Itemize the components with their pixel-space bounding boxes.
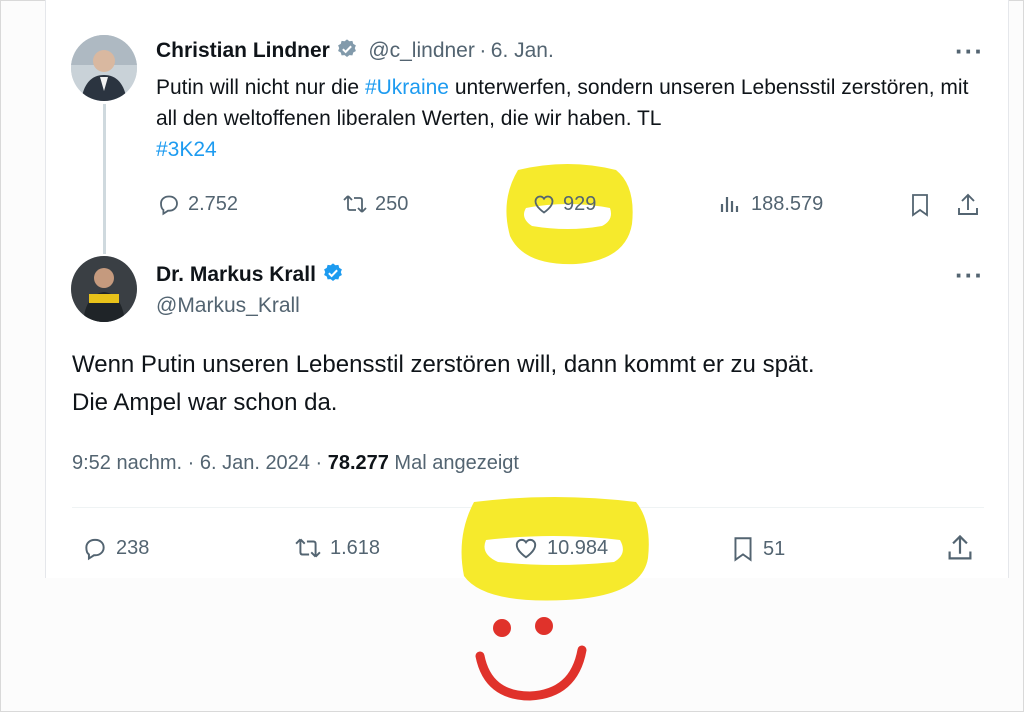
smiley-mouth [475, 645, 587, 701]
tweet2-reply-button[interactable]: 238 [81, 535, 149, 561]
tweet2-text: Wenn Putin unseren Lebensstil zerstören … [72, 346, 972, 422]
avatar-photo [71, 35, 137, 101]
tweet2-header: Dr. Markus Krall [156, 262, 344, 289]
verified-badge-icon [336, 38, 358, 65]
tweet2-handle[interactable]: @Markus_Krall [156, 294, 300, 318]
avatar-christian-lindner[interactable] [71, 35, 137, 101]
bookmark-icon [912, 194, 928, 217]
tweet1-share-button[interactable] [956, 192, 987, 218]
retweet-icon [343, 195, 367, 213]
tweet2-view-label: Mal angezeigt [388, 452, 519, 474]
tweet1-bookmark-button[interactable] [908, 192, 939, 218]
reply-icon [160, 195, 178, 216]
smiley-right-eye [535, 617, 553, 635]
verified-badge-icon [322, 262, 344, 289]
heart-icon [534, 195, 554, 214]
tweet1-date[interactable]: 6. Jan. [491, 39, 554, 62]
tweet2-meta: 9:52 nachm. · 6. Jan. 2024 · 78.277 Mal … [72, 452, 519, 475]
tweet1-separator: · [479, 39, 487, 62]
share-icon [948, 534, 972, 560]
tweet1-handle[interactable]: @c_lindner [368, 39, 475, 62]
views-chart-icon [720, 197, 739, 212]
tweet1-text: Putin will nicht nur die #Ukraine unterw… [156, 72, 986, 165]
tweet1-views-button[interactable]: 188.579 [718, 192, 823, 216]
tweet1-header: Christian Lindner @c_lindner · 6. Jan. [156, 38, 554, 65]
tweet2-view-count: 78.277 [327, 452, 389, 474]
tweet1-author-name[interactable]: Christian Lindner [156, 39, 330, 62]
bookmark-icon [734, 537, 752, 562]
tweet1-reply-count: 2.752 [188, 192, 239, 215]
tweet1-text-part-1: Putin will nicht nur die [156, 76, 365, 99]
tweet2-like-button[interactable]: 10.984 [512, 535, 608, 561]
tweet2-share-button[interactable] [946, 533, 981, 563]
tweet1-like-count: 929 [563, 192, 597, 215]
tweet1-like-button[interactable]: 929 [532, 192, 596, 216]
tweet1-retweet-count: 250 [375, 192, 409, 215]
hashtag-3k24-link[interactable]: #3K24 [156, 138, 217, 161]
thread-connector-line [103, 104, 106, 254]
tweet2-bookmark-count: 51 [763, 537, 786, 560]
tweet2-author-name[interactable]: Dr. Markus Krall [156, 263, 316, 286]
tweet1-more-menu-icon[interactable]: ··· [955, 36, 984, 67]
tweet2-bookmark-button[interactable]: 51 [730, 535, 785, 563]
tweet2-reply-count: 238 [116, 536, 150, 559]
tweet2-retweet-button[interactable]: 1.618 [293, 535, 380, 561]
retweet-icon [295, 538, 321, 558]
tweet1-retweet-button[interactable]: 250 [342, 192, 408, 216]
share-icon [958, 193, 978, 215]
tweet1-reply-button[interactable]: 2.752 [157, 192, 238, 216]
tweet2-more-menu-icon[interactable]: ··· [955, 260, 984, 291]
avatar-markus-krall[interactable] [71, 256, 137, 322]
tweet2-text-line-2: Die Ampel war schon da. [72, 389, 338, 416]
smiley-left-eye [493, 619, 511, 637]
reply-icon [85, 538, 105, 561]
hashtag-ukraine-link[interactable]: #Ukraine [365, 76, 449, 99]
red-smiley-drawing [475, 617, 587, 701]
heart-icon [515, 538, 537, 559]
tweet2-timestamp[interactable]: 9:52 nachm. · 6. Jan. 2024 · [72, 452, 328, 474]
tweet2-text-line-1: Wenn Putin unseren Lebensstil zerstören … [72, 351, 815, 378]
tweet2-like-count: 10.984 [547, 536, 609, 559]
avatar-photo [71, 256, 137, 322]
tweet2-retweet-count: 1.618 [330, 536, 381, 559]
tweet1-view-count: 188.579 [751, 192, 824, 215]
